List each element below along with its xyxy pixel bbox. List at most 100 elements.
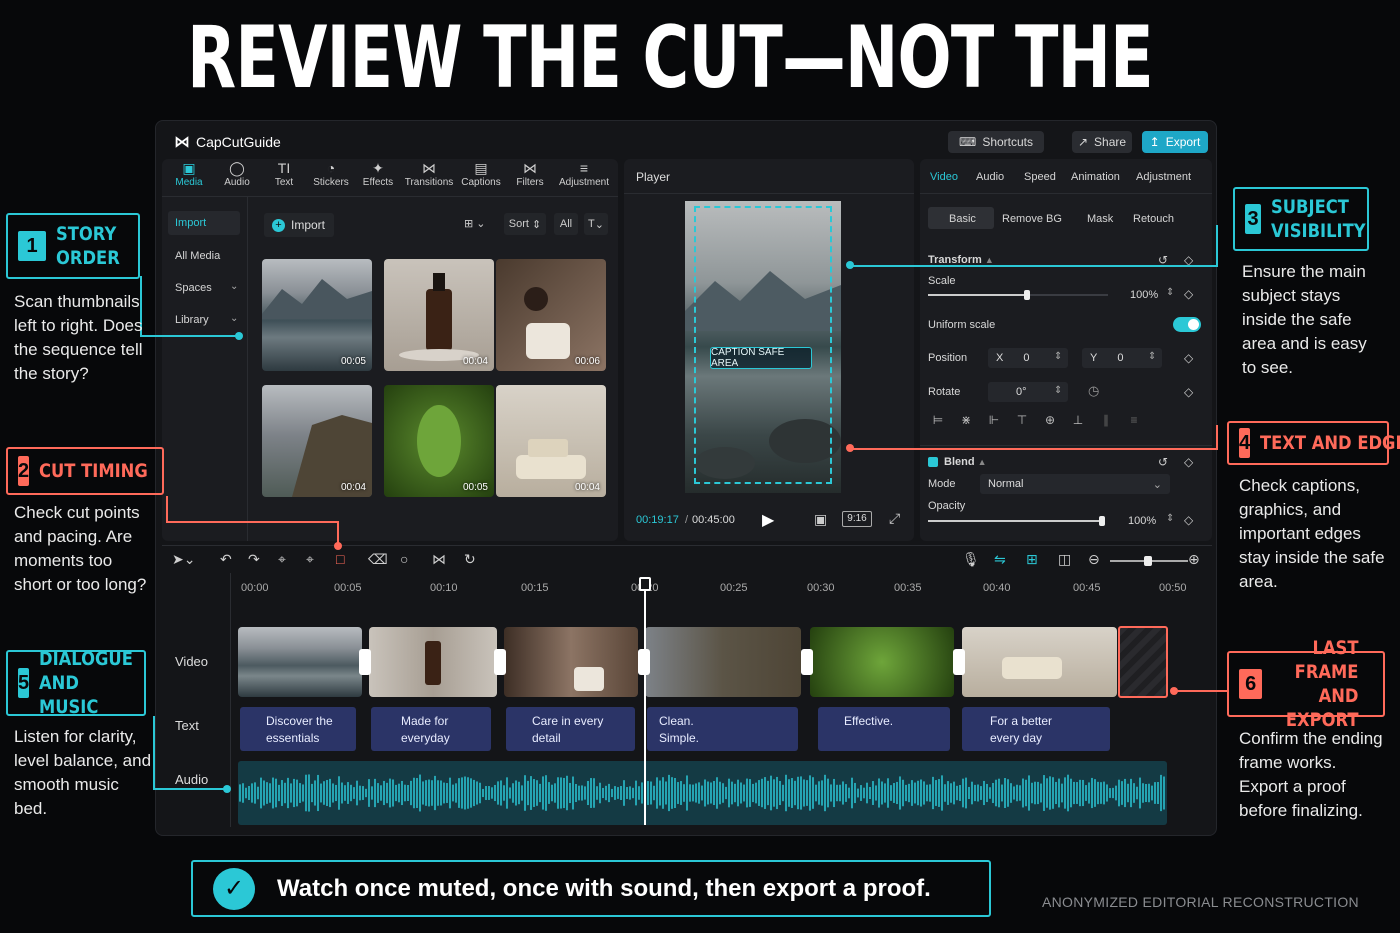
video-clip[interactable] (504, 627, 638, 697)
zoom-out-icon[interactable]: ⊖ (1088, 551, 1100, 568)
import-button[interactable]: + Import (264, 213, 334, 237)
mode-select[interactable]: Normal ⌄ (980, 474, 1170, 494)
split-icon[interactable]: ⌖ (278, 551, 286, 568)
aspect-ratio-button[interactable]: 9:16 (842, 511, 872, 527)
stepper-icon[interactable]: ⇕ (1166, 287, 1174, 298)
tab-speed[interactable]: Speed (1024, 171, 1056, 183)
sidebar-item-spaces[interactable]: Spaces (175, 282, 212, 294)
align-center-h-icon[interactable]: ⋇ (956, 413, 976, 433)
reset-icon[interactable]: ↺ (1158, 455, 1168, 469)
tab-text[interactable]: TI Text (261, 159, 307, 188)
media-thumb[interactable]: 00:04 (384, 259, 494, 371)
video-clip[interactable] (810, 627, 954, 697)
tab-adjustment[interactable]: Adjustment (1136, 171, 1191, 183)
sidebar-item-import[interactable]: Import (175, 217, 206, 229)
align-top-icon[interactable]: ⊤ (1012, 413, 1032, 433)
keyframe-icon[interactable]: ◇ (1184, 455, 1193, 469)
video-clip[interactable] (369, 627, 497, 697)
tab-adjustment[interactable]: ≡ Adjustment (556, 159, 612, 188)
transition-marker[interactable] (801, 649, 813, 675)
text-clip[interactable]: Clean. Simple. (647, 707, 798, 751)
stepper-icon[interactable]: ⇕ (1148, 351, 1156, 362)
zoom-slider[interactable] (1110, 556, 1188, 566)
scale-slider-knob[interactable] (1024, 290, 1030, 300)
subtab-mask[interactable]: Mask (1087, 213, 1113, 225)
media-thumb[interactable]: 00:04 (496, 385, 606, 497)
media-thumb[interactable]: 00:05 (262, 259, 372, 371)
scale-value[interactable]: 100% (1130, 289, 1158, 301)
tab-captions[interactable]: ▤ Captions (458, 159, 504, 188)
distribute-v-icon[interactable]: ≡ (1124, 413, 1144, 433)
zoom-slider-knob[interactable] (1144, 556, 1152, 566)
stepper-icon[interactable]: ⇕ (1166, 513, 1174, 524)
transition-marker[interactable] (494, 649, 506, 675)
magnet-icon[interactable]: ⊞ (1026, 551, 1038, 568)
media-thumb[interactable]: 00:06 (496, 259, 606, 371)
split-right-icon[interactable]: □ (336, 551, 344, 567)
keyframe-icon[interactable]: ◇ (1184, 287, 1193, 301)
opacity-slider[interactable] (928, 516, 1105, 526)
playhead[interactable] (644, 577, 646, 825)
align-left-icon[interactable]: ⊨ (928, 413, 948, 433)
scale-slider[interactable] (928, 290, 1108, 300)
align-middle-icon[interactable]: ⊕ (1040, 413, 1060, 433)
stepper-icon[interactable]: ⇕ (1054, 351, 1062, 362)
grid-view-icon[interactable]: ⊞ ⌄ (464, 217, 486, 230)
stepper-icon[interactable]: ⇕ (1054, 385, 1062, 396)
sort-button[interactable]: Sort ⇕ (504, 213, 546, 235)
microphone-icon[interactable]: 🎙 (962, 551, 980, 568)
align-bottom-icon[interactable]: ⊥ (1068, 413, 1088, 433)
zoom-in-icon[interactable]: ⊕ (1188, 551, 1200, 568)
delete-icon[interactable]: ⌫ (368, 551, 388, 568)
text-clip[interactable]: Effective. (818, 707, 950, 751)
keyframe-icon[interactable]: ◇ (1184, 513, 1193, 527)
play-icon[interactable]: ▶ (762, 510, 774, 530)
type-filter-button[interactable]: T ⌄ (584, 213, 608, 235)
player-preview[interactable]: CAPTION SAFE AREA (685, 201, 841, 493)
keyframe-icon[interactable]: ◇ (1184, 385, 1193, 399)
tab-animation[interactable]: Animation (1071, 171, 1120, 183)
tab-media[interactable]: ▣ Media (166, 159, 212, 188)
tab-filters[interactable]: ⋈ Filters (507, 159, 553, 188)
audio-clip[interactable] (238, 761, 1167, 825)
text-clip[interactable]: Made for everyday (371, 707, 491, 751)
tab-video[interactable]: Video (930, 171, 958, 183)
uniform-scale-toggle[interactable] (1173, 317, 1201, 332)
redo-icon[interactable]: ↷ (248, 551, 260, 568)
rotate-dial-icon[interactable]: ◷ (1088, 383, 1099, 399)
text-clip[interactable]: For a better every day (962, 707, 1110, 751)
subtab-retouch[interactable]: Retouch (1133, 213, 1174, 225)
video-clip[interactable] (962, 627, 1117, 697)
export-button[interactable]: ↥ Export (1142, 131, 1208, 153)
preview-axis-icon[interactable]: ◫ (1058, 551, 1071, 568)
filter-all-button[interactable]: All (554, 213, 578, 235)
transition-marker[interactable] (953, 649, 965, 675)
link-icon[interactable]: ⇋ (994, 551, 1006, 568)
fit-screen-icon[interactable]: ▣ (814, 511, 827, 528)
tab-effects[interactable]: ✦ Effects (355, 159, 401, 188)
video-clip[interactable] (238, 627, 362, 697)
last-frame-clip[interactable] (1118, 626, 1168, 698)
distribute-h-icon[interactable]: ∥ (1096, 413, 1116, 433)
video-clip[interactable] (645, 627, 801, 697)
share-button[interactable]: ↗ Share (1072, 131, 1132, 153)
text-clip[interactable]: Care in every detail (506, 707, 635, 751)
fullscreen-icon[interactable]: ⤢ (889, 510, 900, 527)
opacity-value[interactable]: 100% (1128, 515, 1156, 527)
shortcuts-button[interactable]: ⌨ Shortcuts (948, 131, 1044, 153)
text-clip[interactable]: Discover the essentials (240, 707, 356, 751)
opacity-slider-knob[interactable] (1099, 516, 1105, 526)
tab-audio[interactable]: ◯ Audio (214, 159, 260, 188)
media-thumb[interactable]: 00:05 (384, 385, 494, 497)
subtab-remove-bg[interactable]: Remove BG (1002, 213, 1062, 225)
split-left-icon[interactable]: ⌖ (306, 551, 314, 568)
playhead-handle[interactable] (639, 577, 651, 591)
tab-audio[interactable]: Audio (976, 171, 1004, 183)
subtab-basic[interactable]: Basic (949, 213, 976, 225)
mirror-icon[interactable]: ⋈ (432, 551, 446, 568)
undo-icon[interactable]: ↶ (220, 551, 232, 568)
sidebar-item-all-media[interactable]: All Media (175, 250, 220, 262)
tab-transitions[interactable]: ⋈ Transitions (404, 159, 454, 188)
keyframe-icon[interactable]: ◇ (1184, 351, 1193, 365)
select-tool-icon[interactable]: ➤⌄ (172, 551, 195, 568)
